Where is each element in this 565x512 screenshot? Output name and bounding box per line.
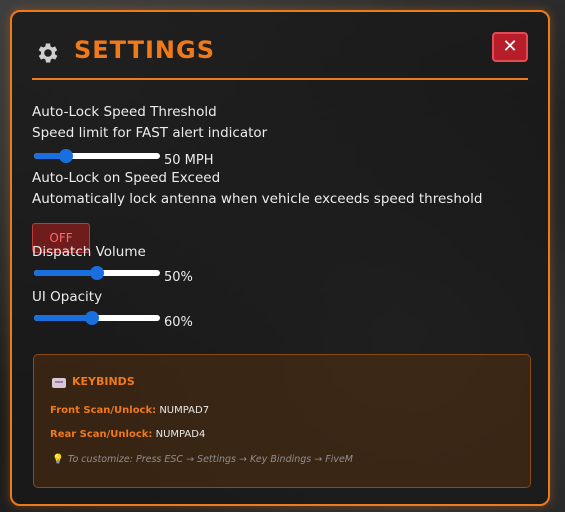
slider-thumb[interactable] <box>84 311 99 325</box>
close-button[interactable]: ✕ <box>492 32 528 62</box>
rear-scan-keybind: Rear Scan/Unlock: NUMPAD4 <box>50 429 205 440</box>
gear-icon <box>38 43 58 63</box>
speed-threshold-description: Speed limit for FAST alert indicator <box>32 125 268 141</box>
slider-thumb[interactable] <box>58 149 73 163</box>
auto-lock-label: Auto-Lock on Speed Exceed <box>32 170 221 186</box>
keybinds-tip: 💡 To customize: Press ESC → Settings → Ke… <box>52 454 353 465</box>
slider-thumb[interactable] <box>90 266 104 280</box>
front-scan-key: NUMPAD7 <box>159 405 210 416</box>
ui-opacity-value: 60% <box>164 315 193 330</box>
slider-fill <box>34 270 97 276</box>
speed-threshold-label: Auto-Lock Speed Threshold <box>32 104 217 120</box>
lightbulb-icon: 💡 <box>52 454 64 465</box>
dispatch-volume-value: 50% <box>164 270 193 285</box>
slider-track <box>34 311 160 325</box>
ui-opacity-label: UI Opacity <box>32 289 103 305</box>
keybinds-tip-text: To customize: Press ESC → Settings → Key… <box>67 454 354 465</box>
keybinds-box: KEYBINDS Front Scan/Unlock: NUMPAD7 Rear… <box>33 354 531 488</box>
rear-scan-label: Rear Scan/Unlock: <box>50 429 153 440</box>
slider-track <box>34 266 160 280</box>
speed-threshold-value: 50 MPH <box>164 153 214 168</box>
slider-track <box>34 149 160 163</box>
page-title: SETTINGS <box>74 36 215 64</box>
settings-panel: SETTINGS ✕ Auto-Lock Speed Threshold Spe… <box>10 10 550 506</box>
rear-scan-key: NUMPAD4 <box>155 429 206 440</box>
front-scan-keybind: Front Scan/Unlock: NUMPAD7 <box>50 405 209 416</box>
settings-header: SETTINGS ✕ <box>32 30 528 80</box>
slider-fill <box>34 315 92 321</box>
keybinds-title: KEYBINDS <box>72 375 135 388</box>
keyboard-icon <box>52 378 66 388</box>
dispatch-volume-label: Dispatch Volume <box>32 244 146 260</box>
auto-lock-description: Automatically lock antenna when vehicle … <box>32 191 483 207</box>
front-scan-label: Front Scan/Unlock: <box>50 405 157 416</box>
